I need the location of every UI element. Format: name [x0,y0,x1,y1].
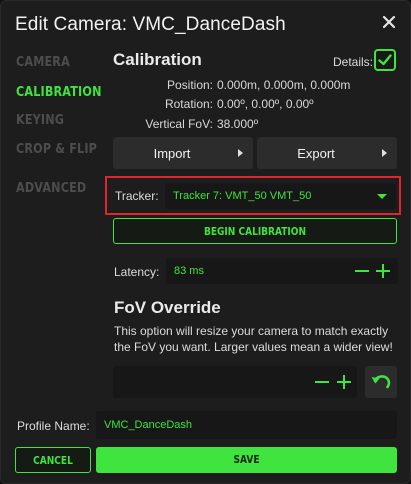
fov-override-title: FoV Override [114,298,221,317]
dialog-title: Edit Camera: VMC_DanceDash [15,14,286,35]
details-label: Details: [333,55,374,69]
position-value: 0.000m, 0.000m, 0.000m [217,78,351,92]
profile-name-value: VMC_DanceDash [104,419,193,431]
rotation-value: 0.00º, 0.00º, 0.00º [217,97,314,111]
nav-item-camera[interactable]: CAMERA [16,55,70,70]
import-button[interactable]: Import [113,137,253,169]
save-button[interactable]: SAVE [96,447,397,473]
export-label: Export [297,146,335,161]
tracker-value: Tracker 7: VMT_50 VMT_50 [173,190,312,202]
checkmark-icon [378,54,392,66]
profile-name-input[interactable]: VMC_DanceDash [96,411,397,439]
arrow-right-icon [238,149,243,157]
rotation-label: Rotation: [164,97,213,111]
fov-override-description: This option will resize your camera to m… [114,324,393,354]
vertical-fov-value: 38.000º [217,117,259,131]
fov-plus-icon[interactable] [337,375,351,389]
profile-name-label: Profile Name: [17,419,90,433]
reset-fov-button[interactable] [365,366,397,398]
cancel-label: CANCEL [33,454,73,467]
export-button[interactable]: Export [257,137,397,169]
chevron-down-icon [377,194,387,199]
tracker-label: Tracker: [115,189,159,203]
latency-plus-icon[interactable] [376,264,390,278]
edit-camera-dialog: Edit Camera: VMC_DanceDash CAMERA CALIBR… [0,0,411,484]
latency-value: 83 ms [174,265,204,277]
latency-label: Latency: [114,265,160,279]
close-icon[interactable] [382,15,396,29]
import-label: Import [153,146,191,161]
begin-calibration-button[interactable]: BEGIN CALIBRATION [113,218,397,244]
cancel-button[interactable]: CANCEL [15,447,91,473]
vertical-fov-label: Vertical FoV: [145,117,213,131]
calibration-title: Calibration [113,50,202,69]
undo-icon [371,375,391,389]
nav-item-crop-flip[interactable]: CROP & FLIP [16,142,97,157]
position-label: Position: [166,78,213,92]
save-label: SAVE [233,453,260,466]
details-checkbox[interactable] [374,49,396,71]
arrow-right-icon [382,149,387,157]
position-row: Position: 0.000m, 0.000m, 0.000m [1,78,411,94]
rotation-row: Rotation: 0.00º, 0.00º, 0.00º [1,97,411,113]
tracker-select[interactable]: Tracker 7: VMT_50 VMT_50 [165,183,396,209]
begin-calibration-label: BEGIN CALIBRATION [203,225,307,238]
latency-minus-icon[interactable] [355,264,369,278]
nav-item-advanced[interactable]: ADVANCED [16,181,86,196]
fov-minus-icon[interactable] [315,375,329,389]
fov-row: Vertical FoV: 38.000º [1,117,411,133]
